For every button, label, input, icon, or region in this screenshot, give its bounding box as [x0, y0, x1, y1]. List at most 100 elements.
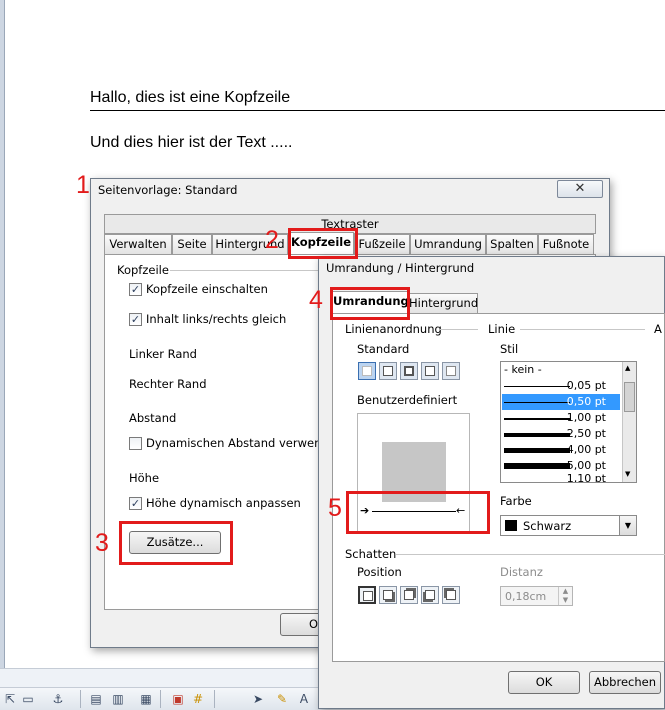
shadow-bottom-left-icon[interactable] — [421, 586, 439, 604]
group-divider — [170, 270, 320, 271]
line-style-option-selected[interactable]: 0,50 pt — [502, 394, 620, 410]
more-button[interactable]: Zusätze... — [129, 531, 221, 554]
annotation-number: 2 — [265, 226, 279, 254]
distance-label: Distanz — [500, 565, 543, 579]
line-style-option[interactable]: 0,05 pt — [502, 378, 620, 394]
scroll-thumb[interactable] — [624, 382, 635, 412]
shadow-none-icon[interactable] — [358, 586, 376, 604]
spinner-arrows-icon[interactable]: ▲ ▼ — [558, 587, 572, 605]
height-label: Höhe — [129, 471, 160, 485]
tab-kopfzeile[interactable]: Kopfzeile — [288, 232, 354, 254]
dynamic-spacing-label: Dynamischen Abstand verwenden — [146, 436, 344, 450]
distance-spinner[interactable]: 0,18cm ▲ ▼ — [500, 586, 573, 606]
style-label: Stil — [500, 342, 519, 356]
edit-icon[interactable]: ✎ — [274, 691, 290, 707]
arrow-left-icon: ← — [456, 504, 466, 517]
tab-umrandung-border[interactable]: Umrandung — [332, 291, 409, 313]
right-margin-label: Rechter Rand — [129, 377, 207, 391]
scroll-down-icon[interactable]: ▼ — [625, 470, 630, 478]
shadow-title: Schatten — [345, 547, 397, 561]
dynamic-height-checkbox[interactable]: ✓ — [129, 497, 142, 510]
preset-inner-icon[interactable] — [442, 362, 460, 380]
section-title: Kopfzeile — [117, 263, 169, 277]
cancel-button[interactable]: Abbrechen — [589, 671, 661, 694]
dynamic-spacing-checkbox[interactable] — [129, 437, 142, 450]
line-style-option[interactable]: 1,10 pt — [502, 474, 620, 482]
annotation-number: 1 — [76, 171, 90, 199]
same-content-label: Inhalt links/rechts gleich — [146, 312, 287, 326]
hash-icon[interactable]: # — [190, 691, 206, 707]
tab-spalten[interactable]: Spalten — [486, 234, 538, 254]
user-defined-label: Benutzerdefiniert — [357, 393, 458, 407]
line-style-option[interactable]: - kein - — [502, 362, 620, 378]
text-icon[interactable]: Ａ — [296, 691, 312, 707]
toolbar-separator — [160, 690, 161, 708]
record-icon[interactable]: ▣ — [170, 691, 186, 707]
header-on-label: Kopfzeile einschalten — [146, 282, 268, 296]
dynamic-height-label: Höhe dynamisch anpassen — [146, 496, 301, 510]
preset-box-grid-icon[interactable] — [400, 362, 418, 380]
preset-none-icon[interactable] — [358, 362, 376, 380]
user-defined-preview[interactable]: ➔ ← — [357, 413, 470, 533]
pointer-icon[interactable]: ➤ — [250, 691, 266, 707]
dialog-title: Seitenvorlage: Standard — [98, 183, 238, 197]
left-margin-label: Linker Rand — [129, 347, 197, 361]
select-icon[interactable]: ⇱ — [2, 691, 18, 707]
listbox-scrollbar[interactable]: ▲ ▼ — [622, 362, 636, 482]
preview-bottom-line — [372, 511, 456, 512]
tab-verwalten[interactable]: Verwalten — [104, 234, 172, 254]
preview-page-shape — [382, 442, 446, 502]
ok-button[interactable]: OK — [508, 671, 580, 694]
header-separator-line — [90, 110, 665, 111]
partial-section-title: A — [654, 322, 662, 336]
group-divider — [440, 329, 478, 330]
tab-textraster[interactable]: Textraster — [104, 214, 596, 234]
preset-box-icon[interactable] — [379, 362, 397, 380]
color-select[interactable]: Schwarz ▼ — [500, 515, 637, 536]
shadow-top-right-icon[interactable] — [400, 586, 418, 604]
chevron-down-icon[interactable]: ▼ — [619, 516, 636, 535]
close-icon[interactable]: ✕ — [557, 180, 603, 198]
toolbar-separator — [214, 690, 215, 708]
preset-outer-icon[interactable] — [421, 362, 439, 380]
tab-hintergrund-border[interactable]: Hintergrund — [408, 293, 478, 313]
line-style-option[interactable]: 4,00 pt — [502, 442, 620, 458]
anchor-icon[interactable]: ⚓ — [50, 691, 66, 707]
tab-fusszeile[interactable]: Fußzeile — [354, 234, 410, 254]
color-swatch — [505, 520, 517, 531]
wrap-icon[interactable]: ▤ — [88, 691, 104, 707]
document-body-text: Und dies hier ist der Text ..... — [90, 134, 293, 151]
wrap-left-icon[interactable]: ▥ — [110, 691, 126, 707]
line-style-option[interactable]: 2,50 pt — [502, 426, 620, 442]
border-dialog-title: Umrandung / Hintergrund — [326, 261, 475, 275]
group-divider — [396, 554, 665, 555]
tab-umrandung[interactable]: Umrandung — [410, 234, 486, 254]
header-on-checkbox[interactable]: ✓ — [129, 283, 142, 296]
default-label: Standard — [357, 342, 410, 356]
shadow-top-left-icon[interactable] — [442, 586, 460, 604]
color-label: Farbe — [500, 494, 532, 508]
line-style-option[interactable]: 5,00 pt — [502, 458, 620, 474]
distance-value: 0,18cm — [505, 590, 547, 603]
shadow-bottom-right-icon[interactable] — [379, 586, 397, 604]
group-divider — [520, 329, 645, 330]
frame-icon[interactable]: ▭ — [20, 691, 36, 707]
line-style-option[interactable]: 1,00 pt — [502, 410, 620, 426]
annotation-number: 4 — [309, 286, 323, 314]
wrap-right-icon[interactable]: ▦ — [138, 691, 154, 707]
annotation-number: 3 — [95, 529, 109, 557]
arrow-right-icon: ➔ — [360, 504, 370, 517]
tab-seite[interactable]: Seite — [172, 234, 212, 254]
document-left-border — [0, 0, 5, 670]
scroll-up-icon[interactable]: ▲ — [625, 364, 630, 372]
color-select-value: Schwarz — [523, 519, 572, 533]
document-header-text: Hallo, dies ist eine Kopfzeile — [90, 89, 291, 106]
tab-fussnote[interactable]: Fußnote — [538, 234, 594, 254]
shadow-position-label: Position — [357, 565, 402, 579]
line-title: Linie — [488, 322, 516, 336]
toolbar-separator — [80, 690, 81, 708]
line-arrangement-title: Linienanordnung — [345, 322, 442, 336]
annotation-number: 5 — [328, 494, 342, 522]
spacing-label: Abstand — [129, 411, 177, 425]
same-content-checkbox[interactable]: ✓ — [129, 313, 142, 326]
